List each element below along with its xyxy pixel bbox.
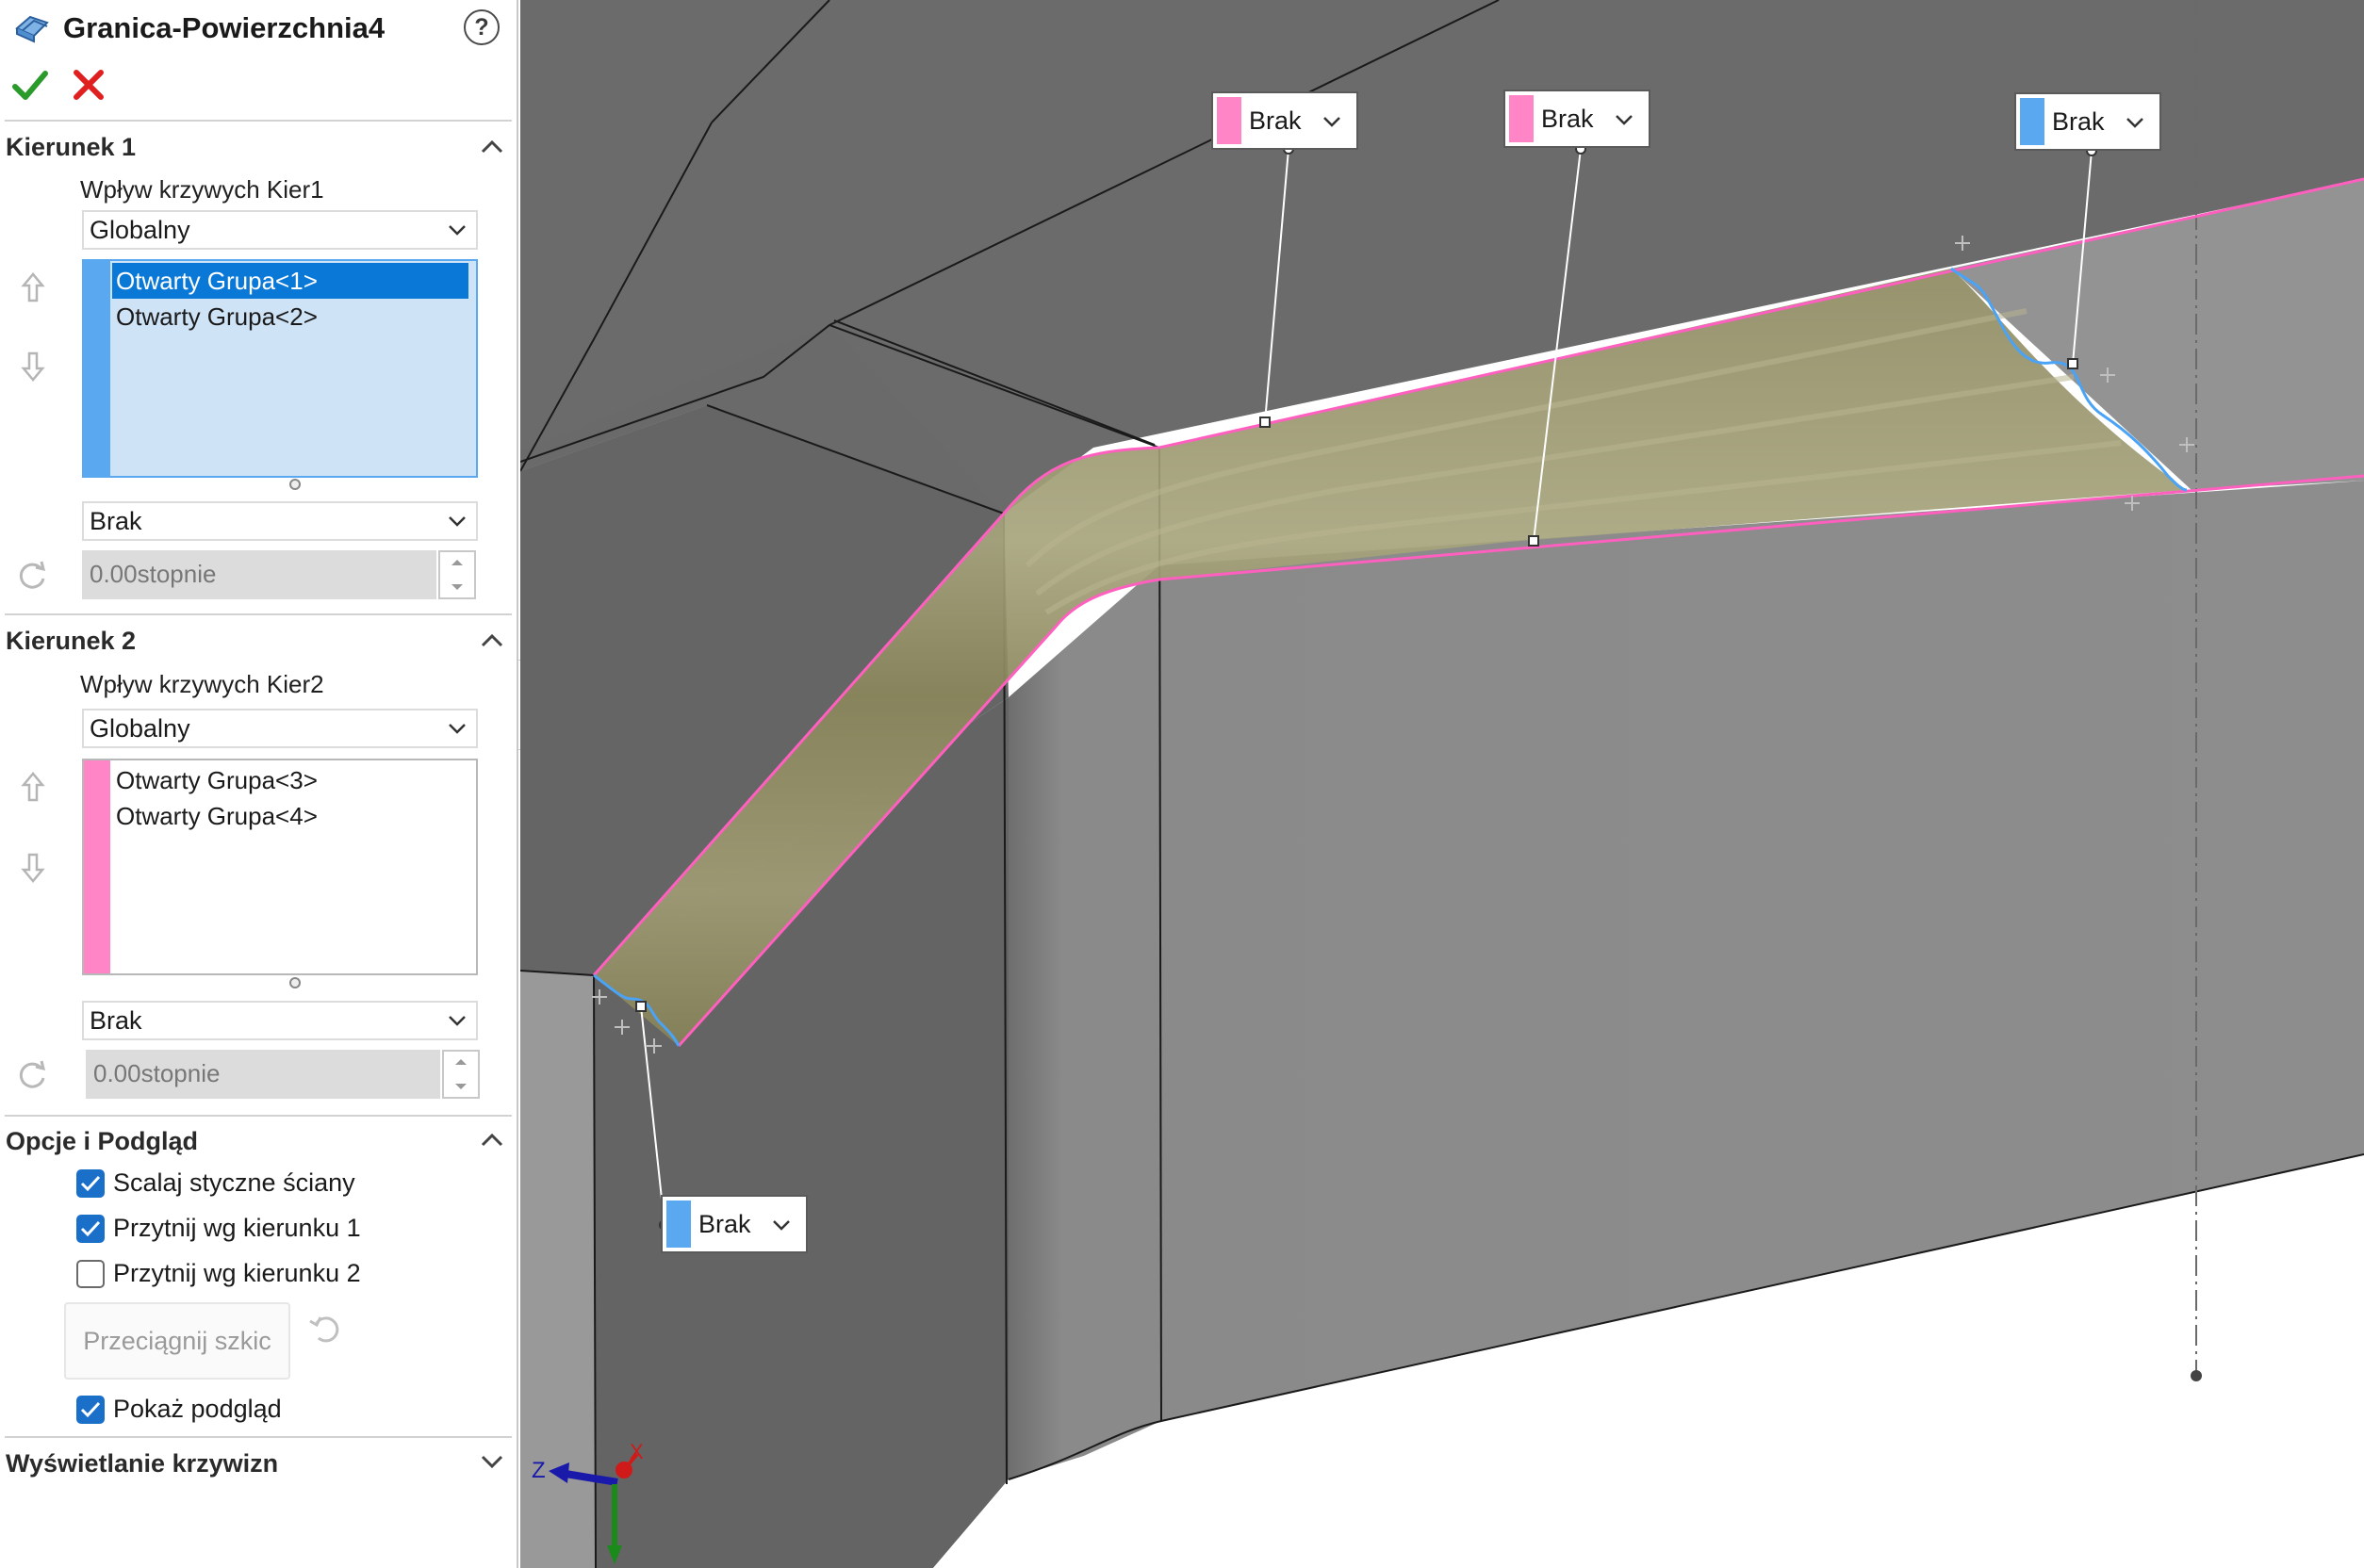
dir1-influence-dropdown[interactable]: Globalny bbox=[82, 210, 478, 250]
tangency-callout-blue-2[interactable]: Brak bbox=[661, 1195, 808, 1253]
list-color-bar bbox=[84, 261, 110, 476]
dir2-angle-input[interactable]: 0.00stopnie bbox=[86, 1050, 440, 1099]
chevron-down-icon bbox=[773, 1220, 790, 1231]
dir1-angle-input[interactable]: 0.00stopnie bbox=[82, 550, 436, 599]
property-manager-panel: Granica-Powierzchnia4 ? Kierunek 1 Wpływ… bbox=[0, 0, 518, 1568]
section-title-direction1: Kierunek 1 bbox=[6, 133, 137, 161]
show-preview-label: Pokaż podgląd bbox=[113, 1395, 282, 1423]
check-icon bbox=[80, 1220, 101, 1237]
move-up-arrow-icon[interactable] bbox=[21, 771, 45, 803]
trim-dir2-checkbox[interactable] bbox=[76, 1260, 105, 1288]
callout-label: Brak bbox=[698, 1210, 751, 1238]
chevron-down-icon bbox=[449, 516, 466, 527]
dir1-influence-label: Wpływ krzywych Kier1 bbox=[80, 175, 324, 204]
dir2-influence-dropdown[interactable]: Globalny bbox=[82, 709, 478, 748]
spin-down-icon[interactable] bbox=[450, 582, 465, 592]
help-icon[interactable]: ? bbox=[464, 9, 500, 45]
dropdown-value: Globalny bbox=[90, 714, 190, 743]
drag-sketch-button[interactable]: Przeciągnij szkic bbox=[64, 1302, 290, 1380]
list-resize-handle[interactable] bbox=[289, 977, 301, 988]
check-icon bbox=[80, 1175, 101, 1192]
dir1-curves-list[interactable]: Otwarty Grupa<1> Otwarty Grupa<2> bbox=[82, 259, 478, 478]
list-item[interactable]: Otwarty Grupa<3> bbox=[112, 762, 318, 798]
chevron-down-icon bbox=[449, 724, 466, 734]
list-color-bar bbox=[84, 760, 110, 973]
dir2-tangency-dropdown[interactable]: Brak bbox=[82, 1001, 478, 1040]
ok-checkmark-icon[interactable] bbox=[11, 66, 49, 104]
reverse-direction-icon[interactable] bbox=[15, 558, 49, 592]
check-icon bbox=[80, 1401, 101, 1418]
merge-tangent-checkbox[interactable] bbox=[76, 1169, 105, 1198]
chevron-down-icon bbox=[2126, 118, 2143, 128]
divider bbox=[5, 120, 512, 122]
list-resize-handle[interactable] bbox=[289, 479, 301, 490]
spin-up-icon[interactable] bbox=[450, 558, 465, 567]
dropdown-value: Brak bbox=[90, 507, 142, 535]
callout-label: Brak bbox=[1249, 106, 1302, 135]
callout-color-bar bbox=[1509, 95, 1534, 142]
model-view[interactable] bbox=[520, 0, 2364, 1568]
trim-dir1-checkbox[interactable] bbox=[76, 1215, 105, 1243]
dropdown-value: Globalny bbox=[90, 216, 190, 244]
callout-color-bar bbox=[1217, 97, 1241, 144]
cancel-x-icon[interactable] bbox=[72, 68, 106, 102]
merge-tangent-label: Scalaj styczne ściany bbox=[113, 1168, 355, 1197]
list-item-selected[interactable]: Otwarty Grupa<1> bbox=[112, 263, 468, 299]
divider bbox=[5, 1115, 512, 1117]
reverse-direction-icon[interactable] bbox=[15, 1057, 49, 1091]
move-down-arrow-icon[interactable] bbox=[21, 852, 45, 884]
chevron-down-icon bbox=[449, 225, 466, 236]
chevron-down-icon bbox=[449, 1016, 466, 1026]
tangency-callout-pink-1[interactable]: Brak bbox=[1211, 91, 1358, 150]
list-item[interactable]: Otwarty Grupa<4> bbox=[112, 798, 318, 834]
axis-endpoint bbox=[2191, 1370, 2202, 1381]
show-preview-checkbox[interactable] bbox=[76, 1396, 105, 1424]
tangency-callout-pink-2[interactable]: Brak bbox=[1503, 90, 1650, 148]
list-item[interactable]: Otwarty Grupa<2> bbox=[112, 299, 318, 335]
triad-x-label: X bbox=[630, 1440, 644, 1463]
dir2-curves-list[interactable]: Otwarty Grupa<3> Otwarty Grupa<4> bbox=[82, 759, 478, 975]
section-title-options: Opcje i Podgląd bbox=[6, 1127, 199, 1155]
section-title-direction2: Kierunek 2 bbox=[6, 627, 137, 655]
dir1-angle-spinner[interactable] bbox=[438, 550, 476, 599]
spin-up-icon[interactable] bbox=[453, 1057, 468, 1067]
divider bbox=[5, 613, 512, 615]
collapse-chevron-up-icon[interactable] bbox=[481, 139, 503, 154]
dir1-tangency-dropdown[interactable]: Brak bbox=[82, 501, 478, 541]
move-down-arrow-icon[interactable] bbox=[21, 351, 45, 383]
callout-color-bar bbox=[2020, 98, 2044, 145]
dir2-influence-label: Wpływ krzywych Kier2 bbox=[80, 670, 324, 698]
callout-color-bar bbox=[666, 1200, 691, 1248]
section-title-curvature-display[interactable]: Wyświetlanie krzywizn bbox=[6, 1449, 278, 1478]
trim-dir2-label: Przytnij wg kierunku 2 bbox=[113, 1259, 361, 1287]
chevron-down-icon bbox=[1323, 117, 1340, 127]
tangency-callout-blue-1[interactable]: Brak bbox=[2014, 92, 2161, 151]
triad-z-label: Z bbox=[532, 1458, 546, 1483]
dropdown-value: Brak bbox=[90, 1006, 142, 1035]
undo-icon[interactable] bbox=[307, 1312, 341, 1344]
divider bbox=[5, 1436, 512, 1438]
callout-label: Brak bbox=[1541, 105, 1594, 133]
expand-chevron-down-icon[interactable] bbox=[481, 1455, 503, 1470]
move-up-arrow-icon[interactable] bbox=[21, 271, 45, 303]
feature-title: Granica-Powierzchnia4 bbox=[63, 11, 386, 44]
spin-down-icon[interactable] bbox=[453, 1082, 468, 1091]
trim-dir1-label: Przytnij wg kierunku 1 bbox=[113, 1214, 361, 1242]
dir2-angle-spinner[interactable] bbox=[442, 1050, 480, 1099]
collapse-chevron-up-icon[interactable] bbox=[481, 1132, 503, 1147]
collapse-chevron-up-icon[interactable] bbox=[481, 632, 503, 647]
boundary-surface-icon bbox=[15, 15, 49, 43]
callout-label: Brak bbox=[2052, 107, 2105, 136]
graphics-viewport[interactable]: Z X Brak Brak Brak Brak bbox=[520, 0, 2364, 1568]
chevron-down-icon bbox=[1616, 115, 1633, 125]
